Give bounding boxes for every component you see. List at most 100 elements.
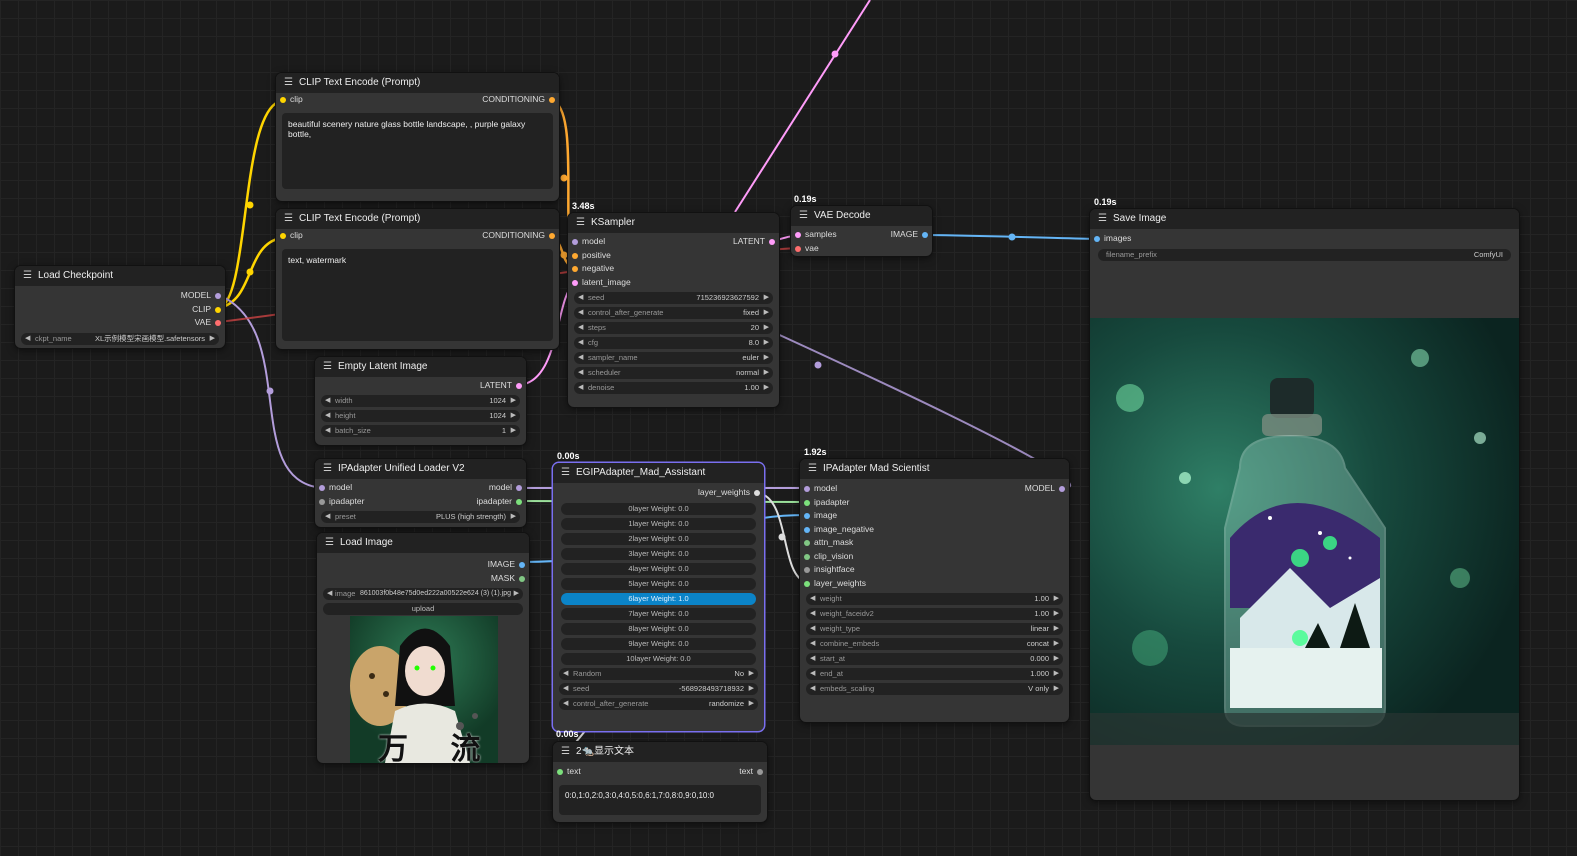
vae-input-socket[interactable] [795,245,801,252]
save-image-node[interactable]: ☰ Save Image images filename_prefix ComfyU… [1090,209,1519,800]
arrow-right-icon[interactable]: ▶ [749,668,754,680]
samples-input-socket[interactable] [795,232,801,238]
layer-weight-slider[interactable]: 7layer Weight: 0.0 [561,607,756,620]
node-title[interactable]: ☰ VAE Decode [791,206,932,226]
menu-icon[interactable]: ☰ [323,357,332,377]
arrow-right-icon[interactable]: ▶ [764,352,769,364]
menu-icon[interactable]: ☰ [284,73,293,93]
latent-image-input-socket[interactable] [572,279,578,286]
arrow-left-icon[interactable]: ◀ [563,668,568,680]
negative-input-socket[interactable] [572,266,578,272]
arrow-right-icon[interactable]: ▶ [1054,653,1059,665]
arrow-right-icon[interactable]: ▶ [511,425,516,437]
arrow-left-icon[interactable]: ◀ [325,410,330,422]
empty-latent-image-node[interactable]: ☰ Empty Latent Image LATENT ◀ width 1024 ▶ ◀… [315,357,526,445]
seed-widget[interactable]: ◀ seed -568928493718932 ▶ [559,682,758,695]
layer-weight-slider[interactable]: 1layer Weight: 0.0 [561,517,756,530]
arrow-left-icon[interactable]: ◀ [810,593,815,605]
node-title[interactable]: ☰ Save Image [1090,209,1519,229]
node-title[interactable]: ☰ Load Image [317,533,529,553]
layer-weight-slider[interactable]: 10layer Weight: 0.0 [561,652,756,665]
image-negative-input-socket[interactable] [804,526,810,533]
ipadapter-input-socket[interactable] [319,498,325,505]
layer-weight-slider[interactable]: 2layer Weight: 0.0 [561,532,756,545]
sampler-name-widget[interactable]: ◀ sampler_name euler ▶ [574,352,773,364]
arrow-right-icon[interactable]: ▶ [1054,683,1059,695]
arrow-left-icon[interactable]: ◀ [563,698,568,710]
load-checkpoint-node[interactable]: ☰ Load Checkpoint MODEL CLIP VAE ◀ ckpt_na… [15,266,225,348]
image-output-socket[interactable] [519,562,525,568]
arrow-left-icon[interactable]: ◀ [578,322,583,334]
clip-output-socket[interactable] [215,306,221,313]
ipadapter-mad-scientist-node[interactable]: ☰ IPAdapter Mad Scientist model MODEL ipad… [800,459,1069,722]
model-input-socket[interactable] [804,486,810,492]
weight-widget[interactable]: ◀ weight 1.00 ▶ [806,593,1063,605]
arrow-right-icon[interactable]: ▶ [1054,608,1059,620]
ksampler-node[interactable]: ☰ KSampler model LATENT positive negative … [568,213,779,407]
clip-input-socket[interactable] [280,233,286,239]
denoise-widget[interactable]: ◀ denoise 1.00 ▶ [574,382,773,394]
mask-output-socket[interactable] [519,575,525,582]
positive-input-socket[interactable] [572,252,578,259]
layer-weight-slider[interactable]: 5layer Weight: 0.0 [561,577,756,590]
control-after-generate-widget[interactable]: ◀ control_after_generate fixed ▶ [574,307,773,319]
menu-icon[interactable]: ☰ [576,213,585,233]
arrow-left-icon[interactable]: ◀ [325,511,330,523]
combine-embeds-widget[interactable]: ◀ combine_embeds concat ▶ [806,638,1063,650]
control-after-generate-widget[interactable]: ◀ control_after_generate randomize ▶ [559,697,758,710]
layer-weights-input-socket[interactable] [804,580,810,587]
ipadapter-input-socket[interactable] [804,499,810,506]
layer-weight-slider[interactable]: 8layer Weight: 0.0 [561,622,756,635]
arrow-right-icon[interactable]: ▶ [764,322,769,334]
layer-weight-slider[interactable]: 6layer Weight: 1.0 [561,592,756,605]
random-widget[interactable]: ◀ Random No ▶ [559,667,758,680]
arrow-right-icon[interactable]: ▶ [764,307,769,319]
node-title[interactable]: ☰ 2🐀显示文本 [553,742,767,762]
arrow-right-icon[interactable]: ▶ [764,367,769,379]
arrow-left-icon[interactable]: ◀ [578,307,583,319]
node-title[interactable]: ☰ IPAdapter Mad Scientist [800,459,1069,479]
layer-weights-output-socket[interactable] [754,490,760,496]
menu-icon[interactable]: ☰ [808,459,817,479]
node-title[interactable]: ☰ IPAdapter Unified Loader V2 [315,459,526,479]
node-title[interactable]: ☰ CLIP Text Encode (Prompt) [276,209,559,229]
menu-icon[interactable]: ☰ [561,463,570,483]
arrow-left-icon[interactable]: ◀ [810,683,815,695]
arrow-left-icon[interactable]: ◀ [563,683,568,695]
ipadapter-output-socket[interactable] [516,498,522,505]
node-title[interactable]: ☰ Empty Latent Image [315,357,526,377]
menu-icon[interactable]: ☰ [23,266,32,286]
arrow-right-icon[interactable]: ▶ [210,333,215,345]
weight-faceidv2-widget[interactable]: ◀ weight_faceidv2 1.00 ▶ [806,608,1063,620]
images-input-socket[interactable] [1094,236,1100,242]
arrow-right-icon[interactable]: ▶ [764,292,769,304]
preset-widget[interactable]: ◀ preset PLUS (high strength) ▶ [321,511,520,523]
menu-icon[interactable]: ☰ [323,459,332,479]
clip-vision-input-socket[interactable] [804,553,810,560]
layer-weight-slider[interactable]: 3layer Weight: 0.0 [561,547,756,560]
seed-widget[interactable]: ◀ seed 715236923627592 ▶ [574,292,773,304]
filename-prefix-widget[interactable]: filename_prefix ComfyUI [1098,248,1511,261]
menu-icon[interactable]: ☰ [1098,209,1107,229]
arrow-right-icon[interactable]: ▶ [514,588,519,600]
node-title[interactable]: ☰ EGIPAdapter_Mad_Assistant [553,463,764,483]
egipadapter-mad-assistant-node[interactable]: ☰ EGIPAdapter_Mad_Assistant layer_weights… [553,463,764,731]
menu-icon[interactable]: ☰ [284,209,293,229]
clip-input-socket[interactable] [280,97,286,103]
arrow-right-icon[interactable]: ▶ [764,382,769,394]
model-output-socket[interactable] [1059,486,1065,492]
model-input-socket[interactable] [319,485,325,491]
input-image-preview[interactable]: 万 流 [350,616,498,763]
arrow-left-icon[interactable]: ◀ [810,608,815,620]
arrow-left-icon[interactable]: ◀ [810,653,815,665]
load-image-node[interactable]: ☰ Load Image IMAGE MASK ◀ image 861003f0b48… [317,533,529,763]
image-select-widget[interactable]: ◀ image 861003f0b48e75d0ed222a00522e624 (3… [323,588,523,600]
model-output-socket[interactable] [215,293,221,299]
embeds-scaling-widget[interactable]: ◀ embeds_scaling V only ▶ [806,683,1063,695]
insightface-input-socket[interactable] [804,567,810,573]
arrow-left-icon[interactable]: ◀ [810,668,815,680]
arrow-left-icon[interactable]: ◀ [578,352,583,364]
arrow-right-icon[interactable]: ▶ [511,395,516,407]
scheduler-widget[interactable]: ◀ scheduler normal ▶ [574,367,773,379]
cfg-widget[interactable]: ◀ cfg 8.0 ▶ [574,337,773,349]
